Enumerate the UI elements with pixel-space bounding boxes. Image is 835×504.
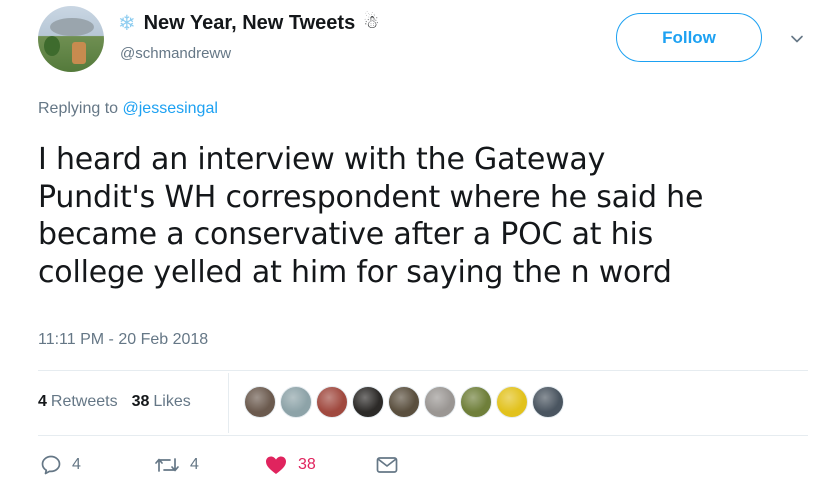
- like-count: 38: [298, 456, 316, 473]
- reply-context: Replying to @jessesingal: [38, 100, 218, 118]
- reply-icon: [41, 455, 61, 475]
- liker-avatar[interactable]: [244, 386, 276, 418]
- reply-context-prefix: Replying to: [38, 100, 119, 117]
- liker-avatars: [244, 386, 564, 418]
- retweets-count: 4: [38, 393, 47, 410]
- reply-count: 4: [72, 456, 81, 473]
- tweet-text-line: college yelled at him for saying the n w…: [38, 254, 672, 290]
- retweet-icon: [155, 458, 179, 472]
- snowflake-icon: ❄: [118, 10, 136, 35]
- tweet-text-line: became a conservative after a POC at his: [38, 217, 654, 252]
- like-button[interactable]: 38: [264, 454, 375, 476]
- tweet-timestamp[interactable]: 11:11 PM - 20 Feb 2018: [38, 331, 208, 349]
- stats-separator: [228, 373, 229, 433]
- divider: [38, 370, 808, 371]
- likes-count: 38: [131, 393, 150, 410]
- avatar-figure-shape: [72, 42, 86, 64]
- direct-message-button[interactable]: [375, 454, 399, 476]
- user-avatar[interactable]: [38, 6, 104, 72]
- envelope-icon: [376, 457, 398, 473]
- follow-button[interactable]: Follow: [616, 13, 762, 62]
- reply-context-handle-link[interactable]: @jessesingal: [123, 100, 218, 117]
- tweet-stats: 4 Retweets 38 Likes: [38, 393, 205, 411]
- reply-button[interactable]: 4: [40, 454, 154, 476]
- user-name-row[interactable]: ❄ New Year, New Tweets ☃: [118, 8, 379, 38]
- likes-label: Likes: [153, 393, 191, 410]
- chevron-down-icon[interactable]: [790, 32, 804, 46]
- retweets-label: Retweets: [50, 393, 118, 410]
- divider: [38, 435, 808, 436]
- snowman-icon: ☃: [363, 12, 380, 33]
- likes-stat[interactable]: 38 Likes: [132, 393, 191, 411]
- liker-avatar[interactable]: [532, 386, 564, 418]
- retweet-count: 4: [190, 456, 199, 473]
- retweet-button[interactable]: 4: [154, 454, 264, 476]
- heart-icon: [266, 456, 286, 474]
- tweet-text-line: Pundit's WH correspondent where he said …: [38, 179, 704, 215]
- liker-avatar[interactable]: [388, 386, 420, 418]
- liker-avatar[interactable]: [280, 386, 312, 418]
- liker-avatar[interactable]: [352, 386, 384, 418]
- tweet-actions: 4 4 38: [40, 454, 399, 476]
- liker-avatar[interactable]: [316, 386, 348, 418]
- retweets-stat[interactable]: 4 Retweets: [38, 393, 118, 411]
- display-name[interactable]: New Year, New Tweets: [144, 12, 356, 35]
- liker-avatar[interactable]: [496, 386, 528, 418]
- user-handle[interactable]: @schmandreww: [120, 45, 231, 62]
- tweet-text: I heard an interview with the Gateway Pu…: [38, 141, 818, 291]
- avatar-tree-shape: [44, 36, 60, 56]
- liker-avatar[interactable]: [460, 386, 492, 418]
- liker-avatar[interactable]: [424, 386, 456, 418]
- avatar-blimp-shape: [50, 18, 94, 36]
- tweet-text-line: I heard an interview with the Gateway: [38, 142, 606, 177]
